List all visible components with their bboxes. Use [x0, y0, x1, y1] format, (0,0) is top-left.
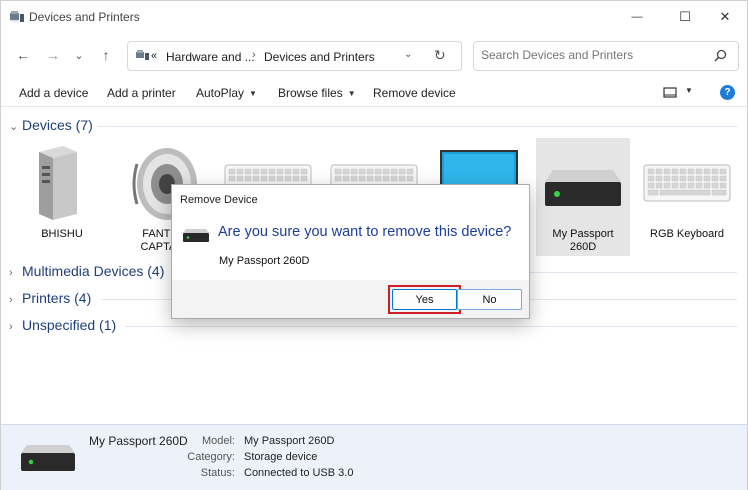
dialog-body: Remove Device Are you sure you want to r… [172, 185, 529, 280]
caret-down-icon: ▼ [347, 89, 356, 98]
control-panel-icon [136, 50, 149, 60]
breadcrumb-devices-printers[interactable]: Devices and Printers [264, 50, 375, 64]
dialog-question: Are you sure you want to remove this dev… [218, 224, 512, 240]
caret-down-icon: ▼ [685, 86, 693, 95]
minimize-button[interactable]: — [615, 1, 659, 33]
chevron-down-icon: ⌄ [9, 121, 19, 133]
chevron-down-icon: ⌄ [74, 49, 84, 62]
details-category-label: Category: [187, 451, 235, 463]
group-header-printers[interactable]: › Printers (4) [9, 290, 91, 308]
chevron-right-icon: › [9, 321, 13, 333]
forward-button[interactable]: → [43, 45, 63, 65]
navigation-bar: ← → ⌄ ↑ « Hardware and ... › Devices and… [1, 37, 747, 73]
breadcrumb-separator: › [252, 49, 256, 61]
address-bar[interactable]: « Hardware and ... › Devices and Printer… [127, 41, 462, 71]
external-drive-icon [21, 445, 75, 471]
caret-down-icon: ▼ [249, 89, 257, 98]
device-label-line-1: My Passport [552, 228, 614, 240]
group-label: Multimedia Devices (4) [22, 263, 165, 279]
recent-locations-button[interactable]: ⌄ [69, 45, 89, 65]
group-divider [97, 126, 737, 127]
refresh-icon[interactable]: ↻ [434, 47, 446, 64]
chevron-right-icon: › [9, 294, 13, 306]
minimize-icon: — [631, 11, 643, 23]
external-drive-icon [545, 170, 621, 206]
external-drive-icon [183, 229, 209, 242]
back-button[interactable]: ← [13, 45, 33, 65]
no-button[interactable]: No [457, 289, 522, 310]
add-printer-button[interactable]: Add a printer [107, 86, 176, 100]
search-input[interactable] [481, 48, 701, 62]
browse-files-label: Browse files [278, 86, 343, 100]
devices-and-printers-window: Devices and Printers — ☐ ✕ ← → ⌄ ↑ « Har… [0, 0, 748, 490]
devices-printers-app-icon [10, 11, 24, 22]
title-bar: Devices and Printers — ☐ ✕ [1, 1, 747, 33]
forward-arrow-icon: → [46, 47, 60, 63]
group-label: Devices (7) [22, 117, 93, 133]
search-icon[interactable] [712, 48, 728, 64]
computer-tower-icon [39, 146, 77, 220]
device-rgb-keyboard[interactable]: RGB Keyboard [640, 138, 734, 256]
details-status-label: Status: [200, 467, 235, 479]
up-button[interactable]: ↑ [96, 45, 116, 65]
keyboard-icon [643, 164, 731, 202]
maximize-button[interactable]: ☐ [663, 1, 707, 33]
dialog-device-name: My Passport 260D [219, 255, 310, 267]
autoplay-label: AutoPlay [196, 86, 245, 100]
breadcrumb-hardware[interactable]: Hardware and ... [166, 50, 255, 64]
group-header-devices[interactable]: ⌄ Devices (7) [9, 117, 93, 135]
group-header-unspecified[interactable]: › Unspecified (1) [9, 317, 116, 335]
back-arrow-icon: ← [16, 47, 30, 63]
yes-button[interactable]: Yes [392, 289, 457, 310]
details-category-value: Storage device [244, 451, 318, 463]
device-label-line-2: 260D [569, 241, 597, 253]
group-label: Unspecified (1) [22, 317, 117, 333]
browse-files-menu[interactable]: Browse files ▼ [278, 86, 356, 100]
window-title: Devices and Printers [29, 10, 140, 24]
breadcrumb-overflow[interactable]: « [151, 50, 157, 62]
details-pane: My Passport 260D Model: My Passport 260D… [1, 424, 747, 490]
add-device-button[interactable]: Add a device [19, 86, 88, 100]
change-view-button[interactable]: ▼ [663, 85, 699, 101]
device-label: BHISHU [41, 228, 83, 240]
device-my-passport-260d[interactable]: My Passport 260D [536, 138, 630, 256]
remove-device-button[interactable]: Remove device [373, 86, 456, 100]
view-options-icon [663, 87, 677, 98]
close-icon: ✕ [719, 9, 731, 24]
device-label: RGB Keyboard [650, 228, 724, 240]
close-button[interactable]: ✕ [703, 1, 747, 33]
remove-device-dialog: Remove Device Are you sure you want to r… [171, 184, 530, 319]
command-bar: Add a device Add a printer AutoPlay ▼ Bro… [1, 79, 747, 107]
group-label: Printers (4) [22, 290, 92, 306]
address-dropdown-icon[interactable]: ⌄ [404, 49, 412, 60]
autoplay-menu[interactable]: AutoPlay ▼ [196, 86, 257, 100]
help-button[interactable]: ? [720, 85, 735, 100]
group-divider [125, 326, 737, 327]
dialog-title: Remove Device [180, 194, 258, 206]
search-box[interactable] [473, 41, 739, 71]
device-bhishu[interactable]: BHISHU [15, 138, 109, 256]
details-model-label: Model: [201, 435, 235, 447]
details-model-value: My Passport 260D [244, 435, 335, 447]
maximize-icon: ☐ [679, 9, 691, 24]
details-status-value: Connected to USB 3.0 [244, 467, 354, 479]
chevron-right-icon: › [9, 267, 13, 279]
group-header-multimedia-devices[interactable]: › Multimedia Devices (4) [9, 263, 164, 281]
up-arrow-icon: ↑ [102, 47, 110, 63]
